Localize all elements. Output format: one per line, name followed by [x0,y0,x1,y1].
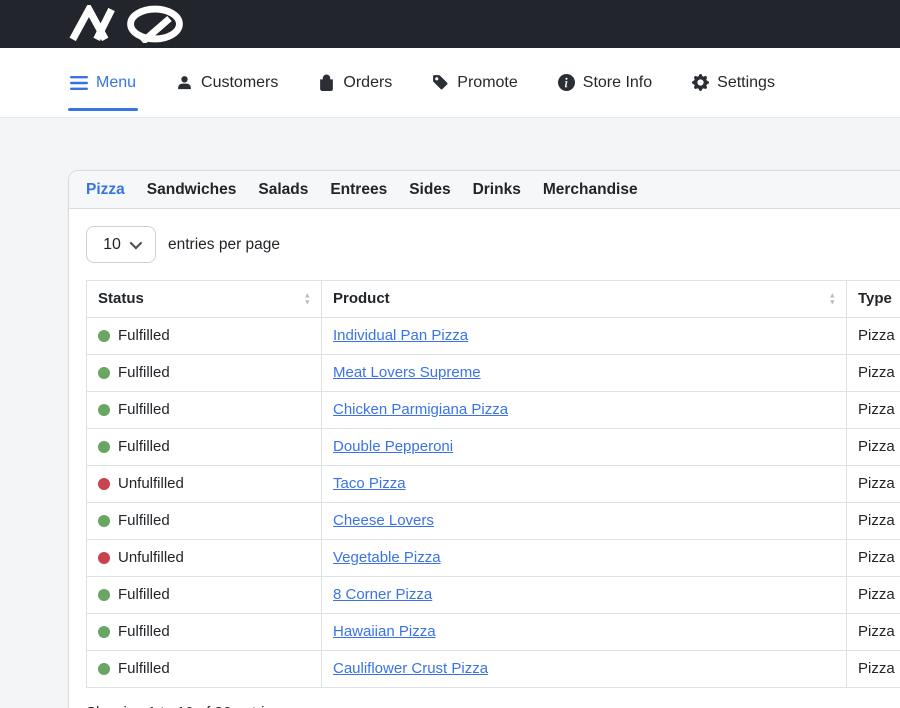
tag-icon [432,74,449,91]
table-row: Unfulfilled Taco Pizza Pizza [87,466,900,503]
nav-item-menu[interactable]: Menu [68,48,138,117]
category-tabs: Pizza Sandwiches Salads Entrees Sides Dr… [69,171,900,209]
chevron-down-icon [129,237,142,250]
tab-entrees[interactable]: Entrees [330,180,387,199]
status-label: Fulfilled [118,510,170,532]
entries-per-page: 10 entries per page [86,226,900,263]
table-row: Fulfilled Individual Pan Pizza Pizza [87,318,900,355]
gear-icon [692,74,709,91]
column-header-type[interactable]: Type [847,281,900,318]
nav-item-store-info[interactable]: Store Info [556,48,654,117]
status-dot [98,330,110,342]
table-row: Fulfilled Cauliflower Crust Pizza Pizza [87,651,900,688]
table-row: Fulfilled Meat Lovers Supreme Pizza [87,355,900,392]
status-label: Unfulfilled [118,547,184,569]
status-label: Unfulfilled [118,473,184,495]
tab-sandwiches[interactable]: Sandwiches [147,180,237,199]
brand-logo[interactable] [66,5,206,43]
status-dot [98,663,110,675]
status-dot [98,626,110,638]
type-cell: Pizza [847,392,900,429]
nav-label: Customers [201,74,278,92]
tab-drinks[interactable]: Drinks [473,180,521,199]
table-row: Fulfilled Hawaiian Pizza Pizza [87,614,900,651]
type-cell: Pizza [847,355,900,392]
nav-item-settings[interactable]: Settings [690,48,777,117]
person-icon [176,74,193,91]
tab-pizza[interactable]: Pizza [86,180,125,199]
status-label: Fulfilled [118,399,170,421]
tab-sides[interactable]: Sides [409,180,450,199]
entries-per-page-label: entries per page [168,236,280,254]
nav-item-orders[interactable]: Orders [316,48,394,117]
nav-label: Orders [343,74,392,92]
nav-label: Promote [457,74,517,92]
nav-item-customers[interactable]: Customers [174,48,280,117]
status-dot [98,515,110,527]
product-link[interactable]: Cheese Lovers [333,512,434,529]
type-cell: Pizza [847,614,900,651]
type-cell: Pizza [847,540,900,577]
status-label: Fulfilled [118,362,170,384]
status-label: Fulfilled [118,436,170,458]
product-link[interactable]: Double Pepperoni [333,438,453,455]
type-cell: Pizza [847,466,900,503]
product-link[interactable]: Hawaiian Pizza [333,623,436,640]
type-cell: Pizza [847,503,900,540]
status-label: Fulfilled [118,325,170,347]
entries-count-select[interactable]: 10 [86,226,156,263]
status-dot [98,367,110,379]
nav-label: Store Info [583,74,652,92]
table-row: Fulfilled Chicken Parmigiana Pizza Pizza [87,392,900,429]
table-summary: Showing 1 to 10 of 26 entries [86,704,900,708]
status-dot [98,589,110,601]
column-label: Status [98,290,144,307]
tab-salads[interactable]: Salads [258,180,308,199]
product-link[interactable]: Individual Pan Pizza [333,327,468,344]
type-cell: Pizza [847,651,900,688]
type-cell: Pizza [847,318,900,355]
table-row: Unfulfilled Vegetable Pizza Pizza [87,540,900,577]
table-row: Fulfilled Cheese Lovers Pizza [87,503,900,540]
products-table: Status Product Type [86,280,900,688]
product-link[interactable]: 8 Corner Pizza [333,586,432,603]
product-link[interactable]: Taco Pizza [333,475,406,492]
status-dot [98,478,110,490]
table-row: Fulfilled 8 Corner Pizza Pizza [87,577,900,614]
nav-item-promote[interactable]: Promote [430,48,519,117]
nav-label: Menu [96,74,136,92]
product-link[interactable]: Meat Lovers Supreme [333,364,481,381]
status-label: Fulfilled [118,658,170,680]
type-cell: Pizza [847,429,900,466]
bag-icon [318,74,335,91]
product-link[interactable]: Vegetable Pizza [333,549,441,566]
status-dot [98,441,110,453]
hamburger-icon [70,75,88,91]
product-link[interactable]: Chicken Parmigiana Pizza [333,401,508,418]
menu-card: Pizza Sandwiches Salads Entrees Sides Dr… [68,170,900,708]
status-label: Fulfilled [118,584,170,606]
status-dot [98,404,110,416]
status-dot [98,552,110,564]
aq-logo-icon [66,5,206,43]
product-link[interactable]: Cauliflower Crust Pizza [333,660,488,677]
sort-icon[interactable] [304,293,311,306]
sort-icon[interactable] [829,293,836,306]
type-cell: Pizza [847,577,900,614]
card-body: 10 entries per page Status Product [69,209,900,708]
column-header-product[interactable]: Product [322,281,847,318]
column-label: Product [333,290,390,307]
info-icon [558,74,575,91]
top-app-bar [0,0,900,48]
page-content: Pizza Sandwiches Salads Entrees Sides Dr… [0,118,900,708]
table-header-row: Status Product Type [87,281,900,318]
column-header-status[interactable]: Status [87,281,322,318]
main-nav: Menu Customers Orders Promote Store Info… [0,48,900,118]
table-row: Fulfilled Double Pepperoni Pizza [87,429,900,466]
tab-merchandise[interactable]: Merchandise [543,180,638,199]
status-label: Fulfilled [118,621,170,643]
nav-label: Settings [717,74,775,92]
entries-count-value: 10 [103,236,121,254]
column-label: Type [858,290,892,307]
